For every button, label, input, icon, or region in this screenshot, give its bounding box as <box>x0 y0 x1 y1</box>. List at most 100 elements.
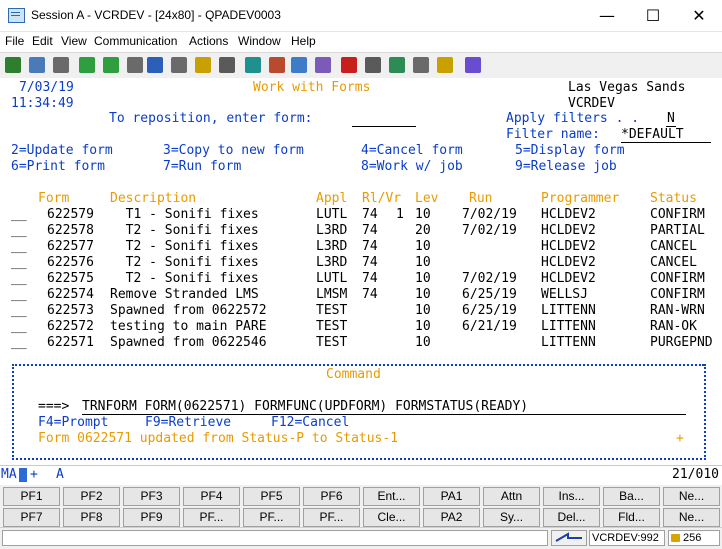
color-icon[interactable] <box>269 57 285 73</box>
row-option-input[interactable]: __ <box>11 255 27 271</box>
print-icon[interactable] <box>53 57 69 73</box>
row-option-input[interactable]: __ <box>11 319 27 335</box>
keypad-key-pf4-0-3[interactable]: PF4 <box>183 487 240 506</box>
menu-help[interactable]: Help <box>291 34 316 48</box>
row-programmer: HCLDEV2 <box>541 207 596 222</box>
keypad-key-pa2-1-7[interactable]: PA2 <box>423 508 480 527</box>
menu-window[interactable]: Window <box>238 34 281 48</box>
row-description: T2 - Sonifi fixes <box>110 239 259 254</box>
row-option-input[interactable]: __ <box>11 207 27 223</box>
filter-name-input[interactable]: *DEFAULT <box>621 127 711 143</box>
fkey-f12-cancel[interactable]: F12=Cancel <box>271 415 349 431</box>
menu-file[interactable]: File <box>5 34 24 48</box>
operator-info-area: MA + A 21/010 <box>0 465 722 485</box>
reposition-input[interactable] <box>352 111 416 127</box>
menu-view[interactable]: View <box>61 34 87 48</box>
settings-icon[interactable] <box>219 57 235 73</box>
apply-filters-input[interactable]: N <box>667 111 677 127</box>
browser-icon[interactable] <box>147 57 163 73</box>
row-run-date: 6/25/19 <box>462 303 517 318</box>
row-form-number: 622576 <box>47 255 94 270</box>
keypad-key-pf6-0-5[interactable]: PF6 <box>303 487 360 506</box>
keypad-key-pf1-0-0[interactable]: PF1 <box>3 487 60 506</box>
row-description: T2 - Sonifi fixes <box>110 223 259 238</box>
keypad-key-ba-0-10[interactable]: Ba... <box>603 487 660 506</box>
keyboard-icon[interactable] <box>245 57 261 73</box>
row-description: Spawned from 0622546 <box>110 335 267 350</box>
help-icon[interactable] <box>465 57 481 73</box>
column-header-form: Form <box>38 191 70 206</box>
keypad-key-ne-1-11[interactable]: Ne... <box>663 508 720 527</box>
keypad-key-sy-1-8[interactable]: Sy... <box>483 508 540 527</box>
copy-icon[interactable] <box>5 57 21 73</box>
row-status: PARTIAL <box>650 223 705 238</box>
row-option-input[interactable]: __ <box>11 335 27 351</box>
menu-communication[interactable]: Communication <box>94 34 177 48</box>
notes-icon[interactable] <box>437 57 453 73</box>
minimize-button[interactable]: — <box>584 0 630 31</box>
oia-insert: + <box>30 467 38 482</box>
row-run-date: 7/02/19 <box>462 207 517 222</box>
keypad-key-ne-0-11[interactable]: Ne... <box>663 487 720 506</box>
receive-icon[interactable] <box>103 57 119 73</box>
row-option-input[interactable]: __ <box>11 239 27 255</box>
stop-icon[interactable] <box>365 57 381 73</box>
row-description: T2 - Sonifi fixes <box>110 255 259 270</box>
display-icon[interactable] <box>127 57 143 73</box>
send-icon[interactable] <box>79 57 95 73</box>
pause-icon[interactable] <box>413 57 429 73</box>
keypad-key-pf-1-4[interactable]: PF... <box>243 508 300 527</box>
company-name: Las Vegas Sands <box>568 80 686 95</box>
column-header-programmer: Programmer <box>541 191 620 206</box>
keypad-key-pf-1-5[interactable]: PF... <box>303 508 360 527</box>
fkey-f4-prompt[interactable]: F4=Prompt <box>38 415 108 431</box>
keypad-key-del-1-9[interactable]: Del... <box>543 508 600 527</box>
keypad-key-pf3-0-2[interactable]: PF3 <box>123 487 180 506</box>
reposition-label: To reposition, enter form: <box>109 111 313 126</box>
edit-icon[interactable] <box>315 57 331 73</box>
fkey-f9-retrieve[interactable]: F9=Retrieve <box>145 415 231 431</box>
keypad-key-ins-0-9[interactable]: Ins... <box>543 487 600 506</box>
command-input[interactable]: TRNFORM FORM(0622571) FORMFUNC(UPDFORM) … <box>82 399 528 415</box>
row-level: 10 <box>415 207 431 222</box>
paste-icon[interactable] <box>29 57 45 73</box>
option-release-job: 9=Release job <box>515 159 617 174</box>
row-appl: L3RD <box>316 239 348 254</box>
row-option-input[interactable]: __ <box>11 303 27 319</box>
row-option-input[interactable]: __ <box>11 287 27 303</box>
row-description: Spawned from 0622572 <box>110 303 267 318</box>
keypad-key-cle-1-6[interactable]: Cle... <box>363 508 420 527</box>
keypad-key-pf8-1-1[interactable]: PF8 <box>63 508 120 527</box>
menu-edit[interactable]: Edit <box>32 34 53 48</box>
record-icon[interactable] <box>341 57 357 73</box>
oia-mode: MA <box>1 467 17 482</box>
row-level: 10 <box>415 255 431 270</box>
macro-icon[interactable] <box>171 57 187 73</box>
keypad-key-fld-1-10[interactable]: Fld... <box>603 508 660 527</box>
keypad-key-pa1-0-7[interactable]: PA1 <box>423 487 480 506</box>
row-status: CANCEL <box>650 255 697 270</box>
command-prompt: ===> <box>38 399 70 414</box>
oia-cursor <box>19 468 27 482</box>
option-copy-form: 3=Copy to new form <box>163 143 304 158</box>
menu-actions[interactable]: Actions <box>189 34 228 48</box>
row-run-date: 6/21/19 <box>462 319 517 334</box>
grid-icon[interactable] <box>291 57 307 73</box>
row-option-input[interactable]: __ <box>11 223 27 239</box>
row-option-input[interactable]: __ <box>11 271 27 287</box>
close-button[interactable]: ✕ <box>676 0 722 31</box>
play-icon[interactable] <box>389 57 405 73</box>
document-icon[interactable] <box>195 57 211 73</box>
keypad-key-pf2-0-1[interactable]: PF2 <box>63 487 120 506</box>
keypad-key-pf5-0-4[interactable]: PF5 <box>243 487 300 506</box>
keypad-key-pf9-1-2[interactable]: PF9 <box>123 508 180 527</box>
keypad-key-pf7-1-0[interactable]: PF7 <box>3 508 60 527</box>
system-date: 7/03/19 <box>19 80 74 95</box>
row-form-number: 622577 <box>47 239 94 254</box>
keypad-key-ent-0-6[interactable]: Ent... <box>363 487 420 506</box>
session-id: VCRDEV:992 <box>589 530 665 546</box>
keypad-key-pf-1-3[interactable]: PF... <box>183 508 240 527</box>
keypad-key-attn-0-8[interactable]: Attn <box>483 487 540 506</box>
maximize-button[interactable]: ☐ <box>630 0 676 31</box>
row-status: CONFIRM <box>650 271 705 286</box>
